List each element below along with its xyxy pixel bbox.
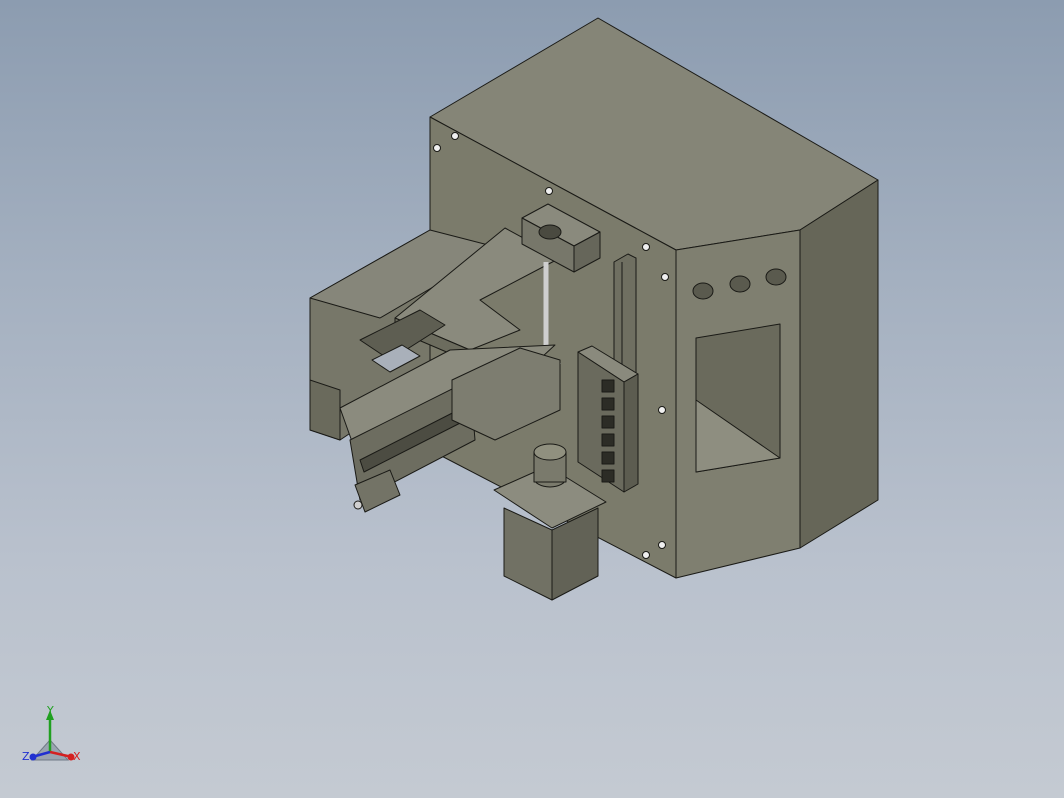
cad-viewport[interactable]: Y X Z — [0, 0, 1064, 798]
coordinate-triad: Y X Z — [22, 704, 81, 763]
machine-assembly[interactable] — [309, 17, 879, 601]
housing-chamfer-face — [799, 179, 879, 549]
x-axis-label: X — [73, 750, 81, 763]
clamp-bore — [538, 224, 562, 240]
slide-fitting — [353, 500, 363, 510]
y-axis-label: Y — [46, 704, 54, 717]
terminal-strip-side — [623, 373, 639, 493]
z-axis-tip — [29, 753, 37, 761]
hole-3 — [765, 268, 787, 286]
z-axis-label: Z — [22, 750, 30, 763]
hole-2 — [729, 275, 751, 293]
hole-1 — [692, 282, 714, 300]
base-lower-step — [309, 379, 341, 441]
